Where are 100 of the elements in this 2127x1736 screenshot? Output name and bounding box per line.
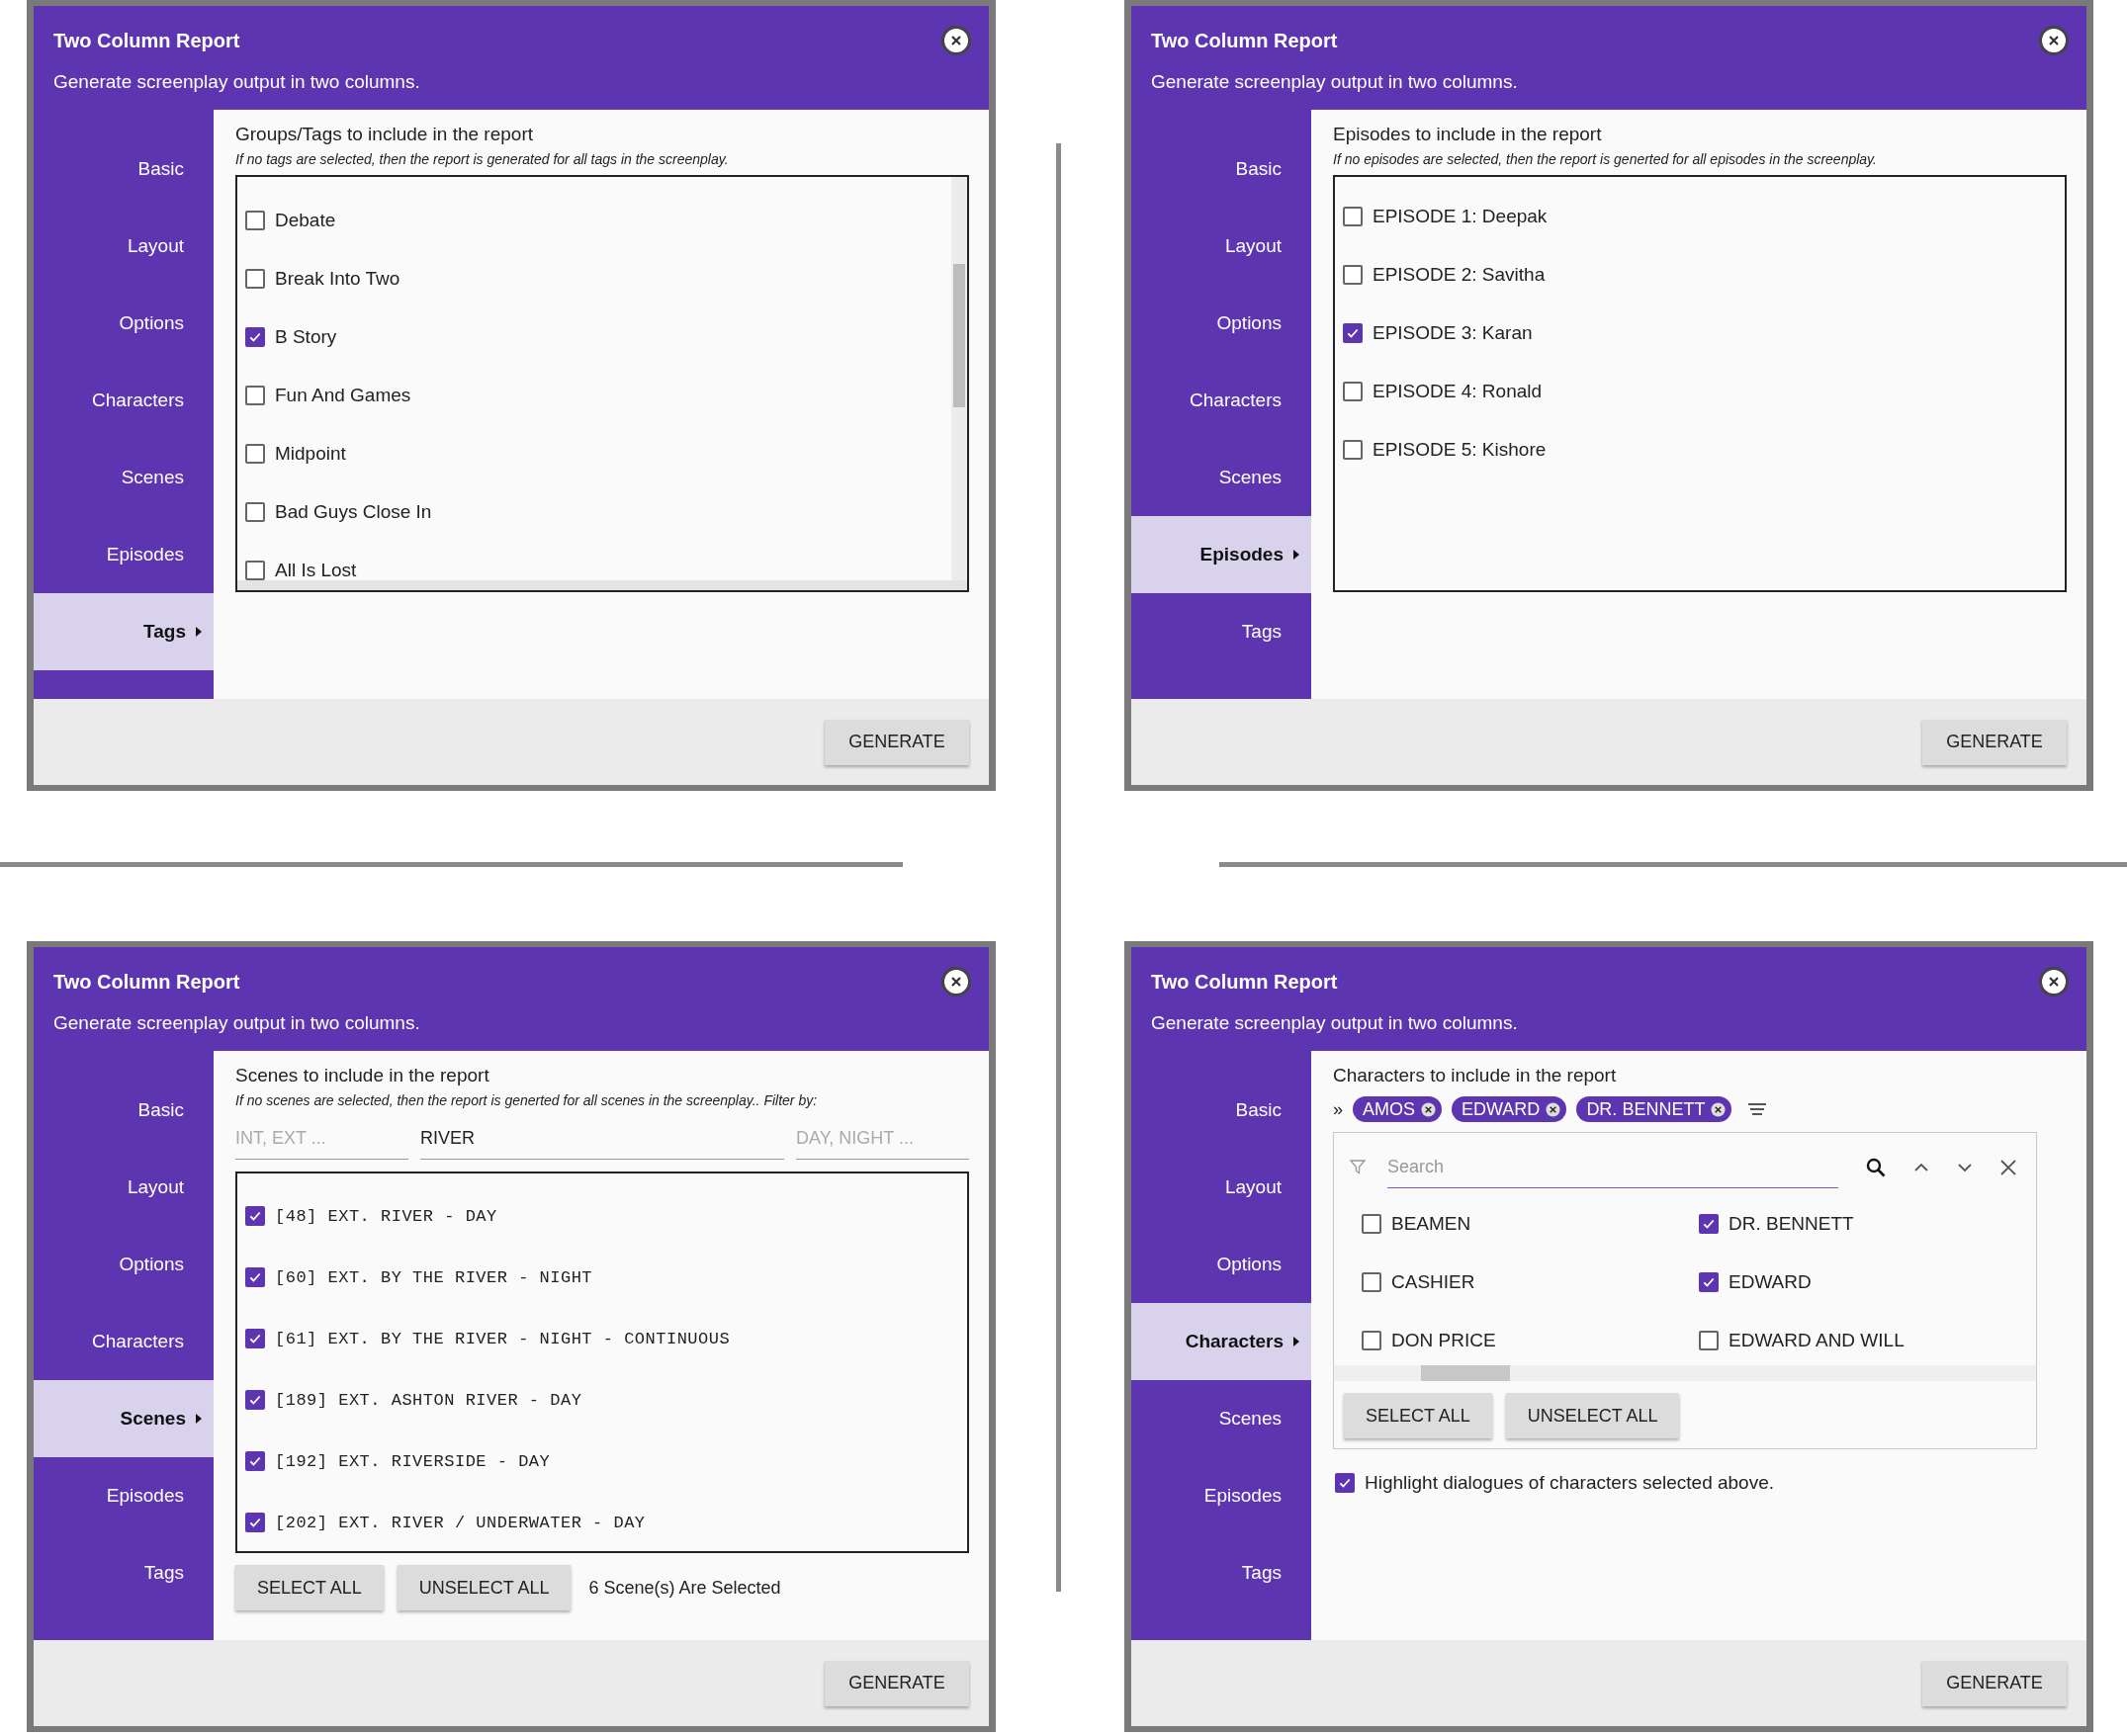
checkbox[interactable]	[245, 326, 265, 347]
remove-icon	[1546, 1101, 1561, 1117]
checkbox[interactable]	[245, 1390, 265, 1410]
nav-item[interactable]: Characters	[1131, 362, 1311, 439]
chip[interactable]: AMOS	[1353, 1096, 1443, 1122]
selection-summary: 6 Scene(s) Are Selected	[588, 1577, 781, 1599]
checkbox[interactable]	[1362, 1330, 1381, 1350]
checkbox[interactable]	[245, 1513, 265, 1532]
chevron-up-icon[interactable]	[1913, 1163, 1929, 1172]
nav-item[interactable]: Tags	[34, 593, 214, 670]
checkbox[interactable]	[245, 443, 265, 464]
checkbox[interactable]	[1335, 1472, 1355, 1493]
nav-item[interactable]: Basic	[1131, 130, 1311, 208]
expand-glyph[interactable]: »	[1333, 1098, 1343, 1120]
action-button[interactable]: SELECT ALL	[1344, 1393, 1492, 1438]
nav-item[interactable]: Characters	[34, 362, 214, 439]
checkbox[interactable]	[1362, 1271, 1381, 1292]
chevron-down-icon[interactable]	[1957, 1163, 1973, 1172]
nav-item[interactable]: Episodes	[34, 516, 214, 593]
checkbox[interactable]	[1362, 1213, 1381, 1234]
checkbox-label: [202] EXT. RIVER / UNDERWATER - DAY	[275, 1513, 646, 1532]
checkbox[interactable]	[1343, 381, 1363, 401]
checkbox[interactable]	[245, 210, 265, 230]
close-button[interactable]	[2039, 967, 2069, 997]
nav-item[interactable]: Tags	[1131, 593, 1311, 670]
close-button[interactable]	[2039, 26, 2069, 55]
checkbox[interactable]	[245, 1206, 265, 1226]
nav-item[interactable]: Options	[34, 1226, 214, 1303]
close-icon[interactable]	[2000, 1160, 2016, 1175]
nav-item[interactable]: Scenes	[1131, 1380, 1311, 1457]
checkbox[interactable]	[245, 501, 265, 522]
caret-icon	[196, 1414, 202, 1424]
checkbox[interactable]	[245, 560, 265, 580]
search-field[interactable]: Search	[1387, 1147, 1838, 1188]
checkbox-label: EPISODE 1: Deepak	[1373, 205, 1548, 227]
caret-icon	[196, 627, 202, 637]
action-button[interactable]: UNSELECT ALL	[397, 1565, 572, 1610]
filter-field[interactable]: INT, EXT ...	[235, 1118, 408, 1160]
checkbox[interactable]	[1699, 1271, 1719, 1292]
nav-item[interactable]: Layout	[34, 208, 214, 285]
nav-item[interactable]: Layout	[34, 1149, 214, 1226]
remove-icon	[1421, 1101, 1437, 1117]
nav-item[interactable]: Episodes	[34, 1457, 214, 1534]
horizontal-scrollbar[interactable]	[237, 580, 967, 590]
nav-item[interactable]: Basic	[34, 1072, 214, 1149]
checkbox[interactable]	[1699, 1213, 1719, 1234]
generate-button[interactable]: GENERATE	[825, 1660, 969, 1706]
checkbox-label: [48] EXT. RIVER - DAY	[275, 1206, 497, 1226]
nav-item[interactable]: Layout	[1131, 1149, 1311, 1226]
chip[interactable]: EDWARD	[1452, 1096, 1567, 1122]
chip[interactable]: DR. BENNETT	[1576, 1096, 1732, 1122]
section-heading: Episodes to include in the report	[1333, 124, 1602, 145]
checkbox-label: CASHIER	[1391, 1270, 1475, 1293]
generate-button[interactable]: GENERATE	[1922, 719, 2067, 765]
lines-icon[interactable]	[1747, 1102, 1768, 1116]
close-button[interactable]	[941, 967, 971, 997]
horizontal-scrollbar[interactable]	[1334, 1365, 2036, 1381]
nav-item[interactable]: Scenes	[34, 1380, 214, 1457]
nav-item[interactable]: Basic	[34, 130, 214, 208]
generate-button[interactable]: GENERATE	[1922, 1660, 2067, 1706]
checkbox[interactable]	[245, 1267, 265, 1287]
nav-item[interactable]: Tags	[34, 1534, 214, 1611]
nav-item[interactable]: Episodes	[1131, 516, 1311, 593]
nav-item[interactable]: Scenes	[34, 439, 214, 516]
generate-button[interactable]: GENERATE	[825, 719, 969, 765]
nav-item[interactable]: Options	[34, 285, 214, 362]
filter-field[interactable]: RIVER	[420, 1118, 784, 1160]
help-note: If no tags are selected, then the report is generated for all tags in the screenplay.	[235, 151, 729, 167]
checkbox-label: Highlight dialogues of characters selected above.	[1365, 1471, 1775, 1494]
checkbox[interactable]	[245, 268, 265, 289]
section-heading: Characters to include in the report	[1333, 1065, 1617, 1086]
checkbox-label: Bad Guys Close In	[275, 500, 432, 523]
checkbox[interactable]	[245, 1329, 265, 1348]
nav-item[interactable]: Layout	[1131, 208, 1311, 285]
checkbox[interactable]	[1343, 206, 1363, 226]
checkbox[interactable]	[1343, 322, 1363, 343]
search-icon[interactable]	[1866, 1158, 1886, 1177]
nav-item[interactable]: Tags	[1131, 1534, 1311, 1611]
checkbox[interactable]	[245, 385, 265, 405]
nav-item[interactable]: Episodes	[1131, 1457, 1311, 1534]
filter-field[interactable]: DAY, NIGHT ...	[796, 1118, 969, 1160]
nav-item[interactable]: Options	[1131, 285, 1311, 362]
checkbox-label: EDWARD AND WILL	[1728, 1329, 1905, 1351]
close-button[interactable]	[941, 26, 971, 55]
action-button[interactable]: UNSELECT ALL	[1505, 1393, 1680, 1438]
action-button[interactable]: SELECT ALL	[235, 1565, 384, 1610]
nav-item[interactable]: Options	[1131, 1226, 1311, 1303]
checkbox[interactable]	[245, 1451, 265, 1471]
checkbox-label: [192] EXT. RIVERSIDE - DAY	[275, 1451, 551, 1471]
checkbox[interactable]	[1699, 1330, 1719, 1350]
dialog-subtitle: Generate screenplay output in two columns.	[53, 1012, 420, 1034]
nav-item[interactable]: Characters	[34, 1303, 214, 1380]
checkbox[interactable]	[1343, 264, 1363, 285]
check-icon	[248, 1270, 262, 1284]
vertical-scrollbar[interactable]	[951, 177, 967, 580]
checkbox[interactable]	[1343, 439, 1363, 460]
nav-item[interactable]: Scenes	[1131, 439, 1311, 516]
dialog-subtitle: Generate screenplay output in two columns.	[53, 71, 420, 93]
nav-item[interactable]: Basic	[1131, 1072, 1311, 1149]
nav-item[interactable]: Characters	[1131, 1303, 1311, 1380]
